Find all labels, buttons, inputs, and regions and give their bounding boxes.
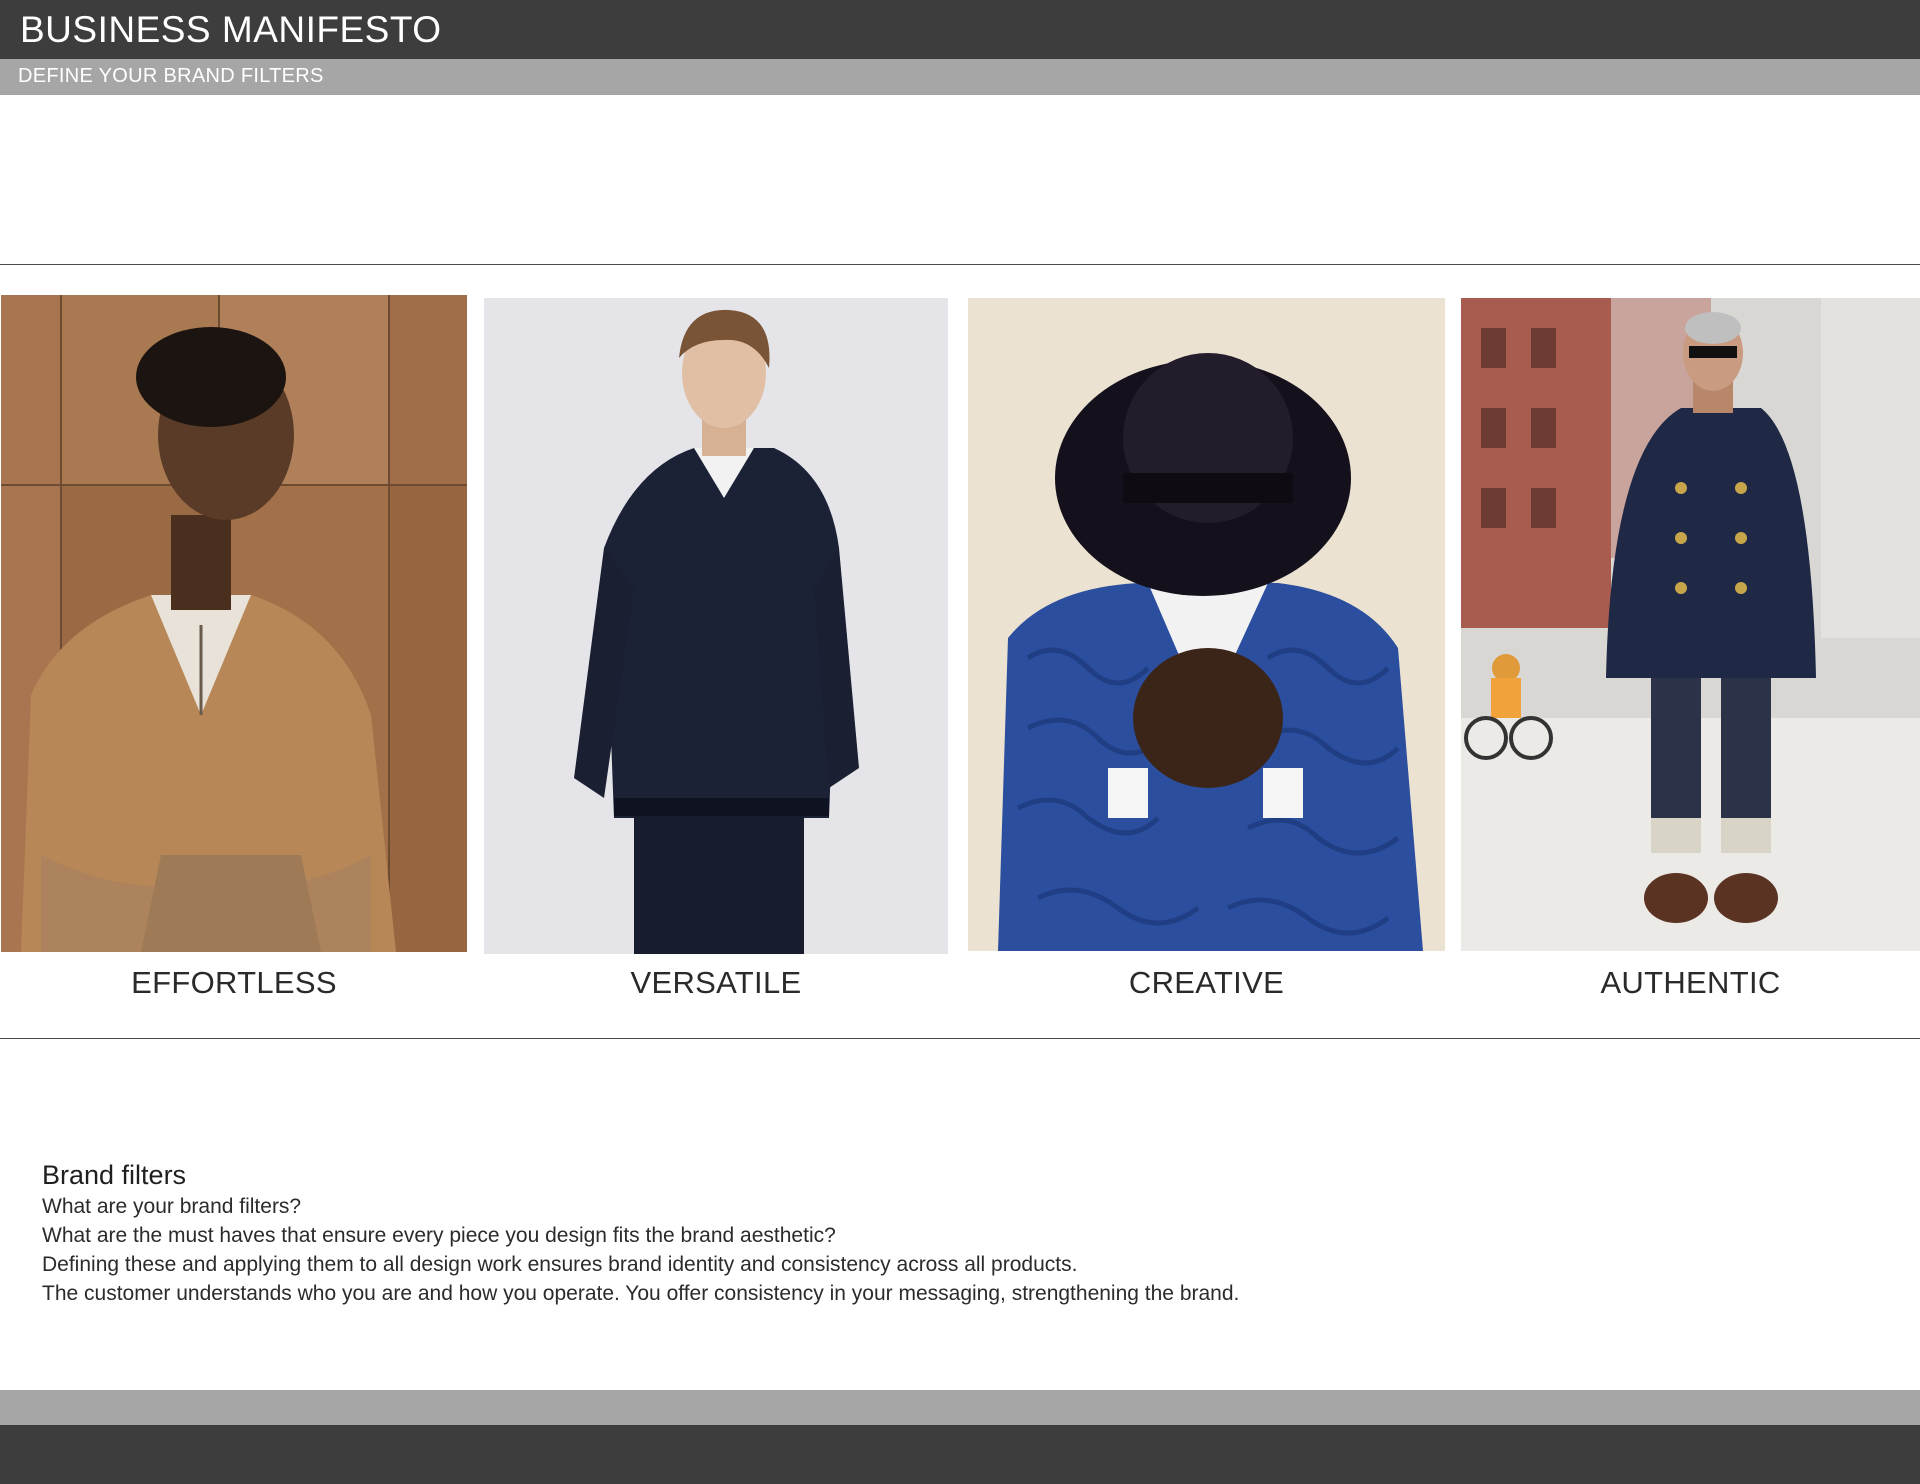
title-bar: BUSINESS MANIFESTO bbox=[0, 0, 1920, 59]
footer-band-dark bbox=[0, 1425, 1920, 1484]
page-title: BUSINESS MANIFESTO bbox=[20, 9, 442, 50]
filter-label-authentic: AUTHENTIC bbox=[1600, 965, 1781, 1000]
copy-line: What are your brand filters? bbox=[42, 1195, 302, 1218]
copy-line: What are the must haves that ensure ever… bbox=[42, 1224, 836, 1247]
copy-heading: Brand filters bbox=[42, 1160, 187, 1190]
photo-versatile bbox=[484, 298, 948, 954]
page: BUSINESS MANIFESTO DEFINE YOUR BRAND FIL… bbox=[0, 0, 1920, 1484]
top-divider bbox=[0, 264, 1920, 265]
page-subtitle: DEFINE YOUR BRAND FILTERS bbox=[18, 65, 324, 87]
footer-band-light bbox=[0, 1390, 1920, 1425]
copy-line: The customer understands who you are and… bbox=[42, 1282, 1240, 1305]
brand-filters-copy: Brand filters What are your brand filter… bbox=[42, 1158, 1542, 1308]
photo-authentic bbox=[1461, 298, 1920, 951]
subtitle-bar: DEFINE YOUR BRAND FILTERS bbox=[0, 59, 1920, 95]
copy-line: Defining these and applying them to all … bbox=[42, 1253, 1078, 1276]
photo-creative bbox=[968, 298, 1445, 951]
filter-label-effortless: EFFORTLESS bbox=[131, 965, 337, 1000]
filter-label-creative: CREATIVE bbox=[1128, 965, 1285, 1000]
photo-effortless bbox=[1, 295, 467, 952]
bottom-divider bbox=[0, 1038, 1920, 1039]
filter-label-versatile: VERSATILE bbox=[630, 965, 802, 1000]
